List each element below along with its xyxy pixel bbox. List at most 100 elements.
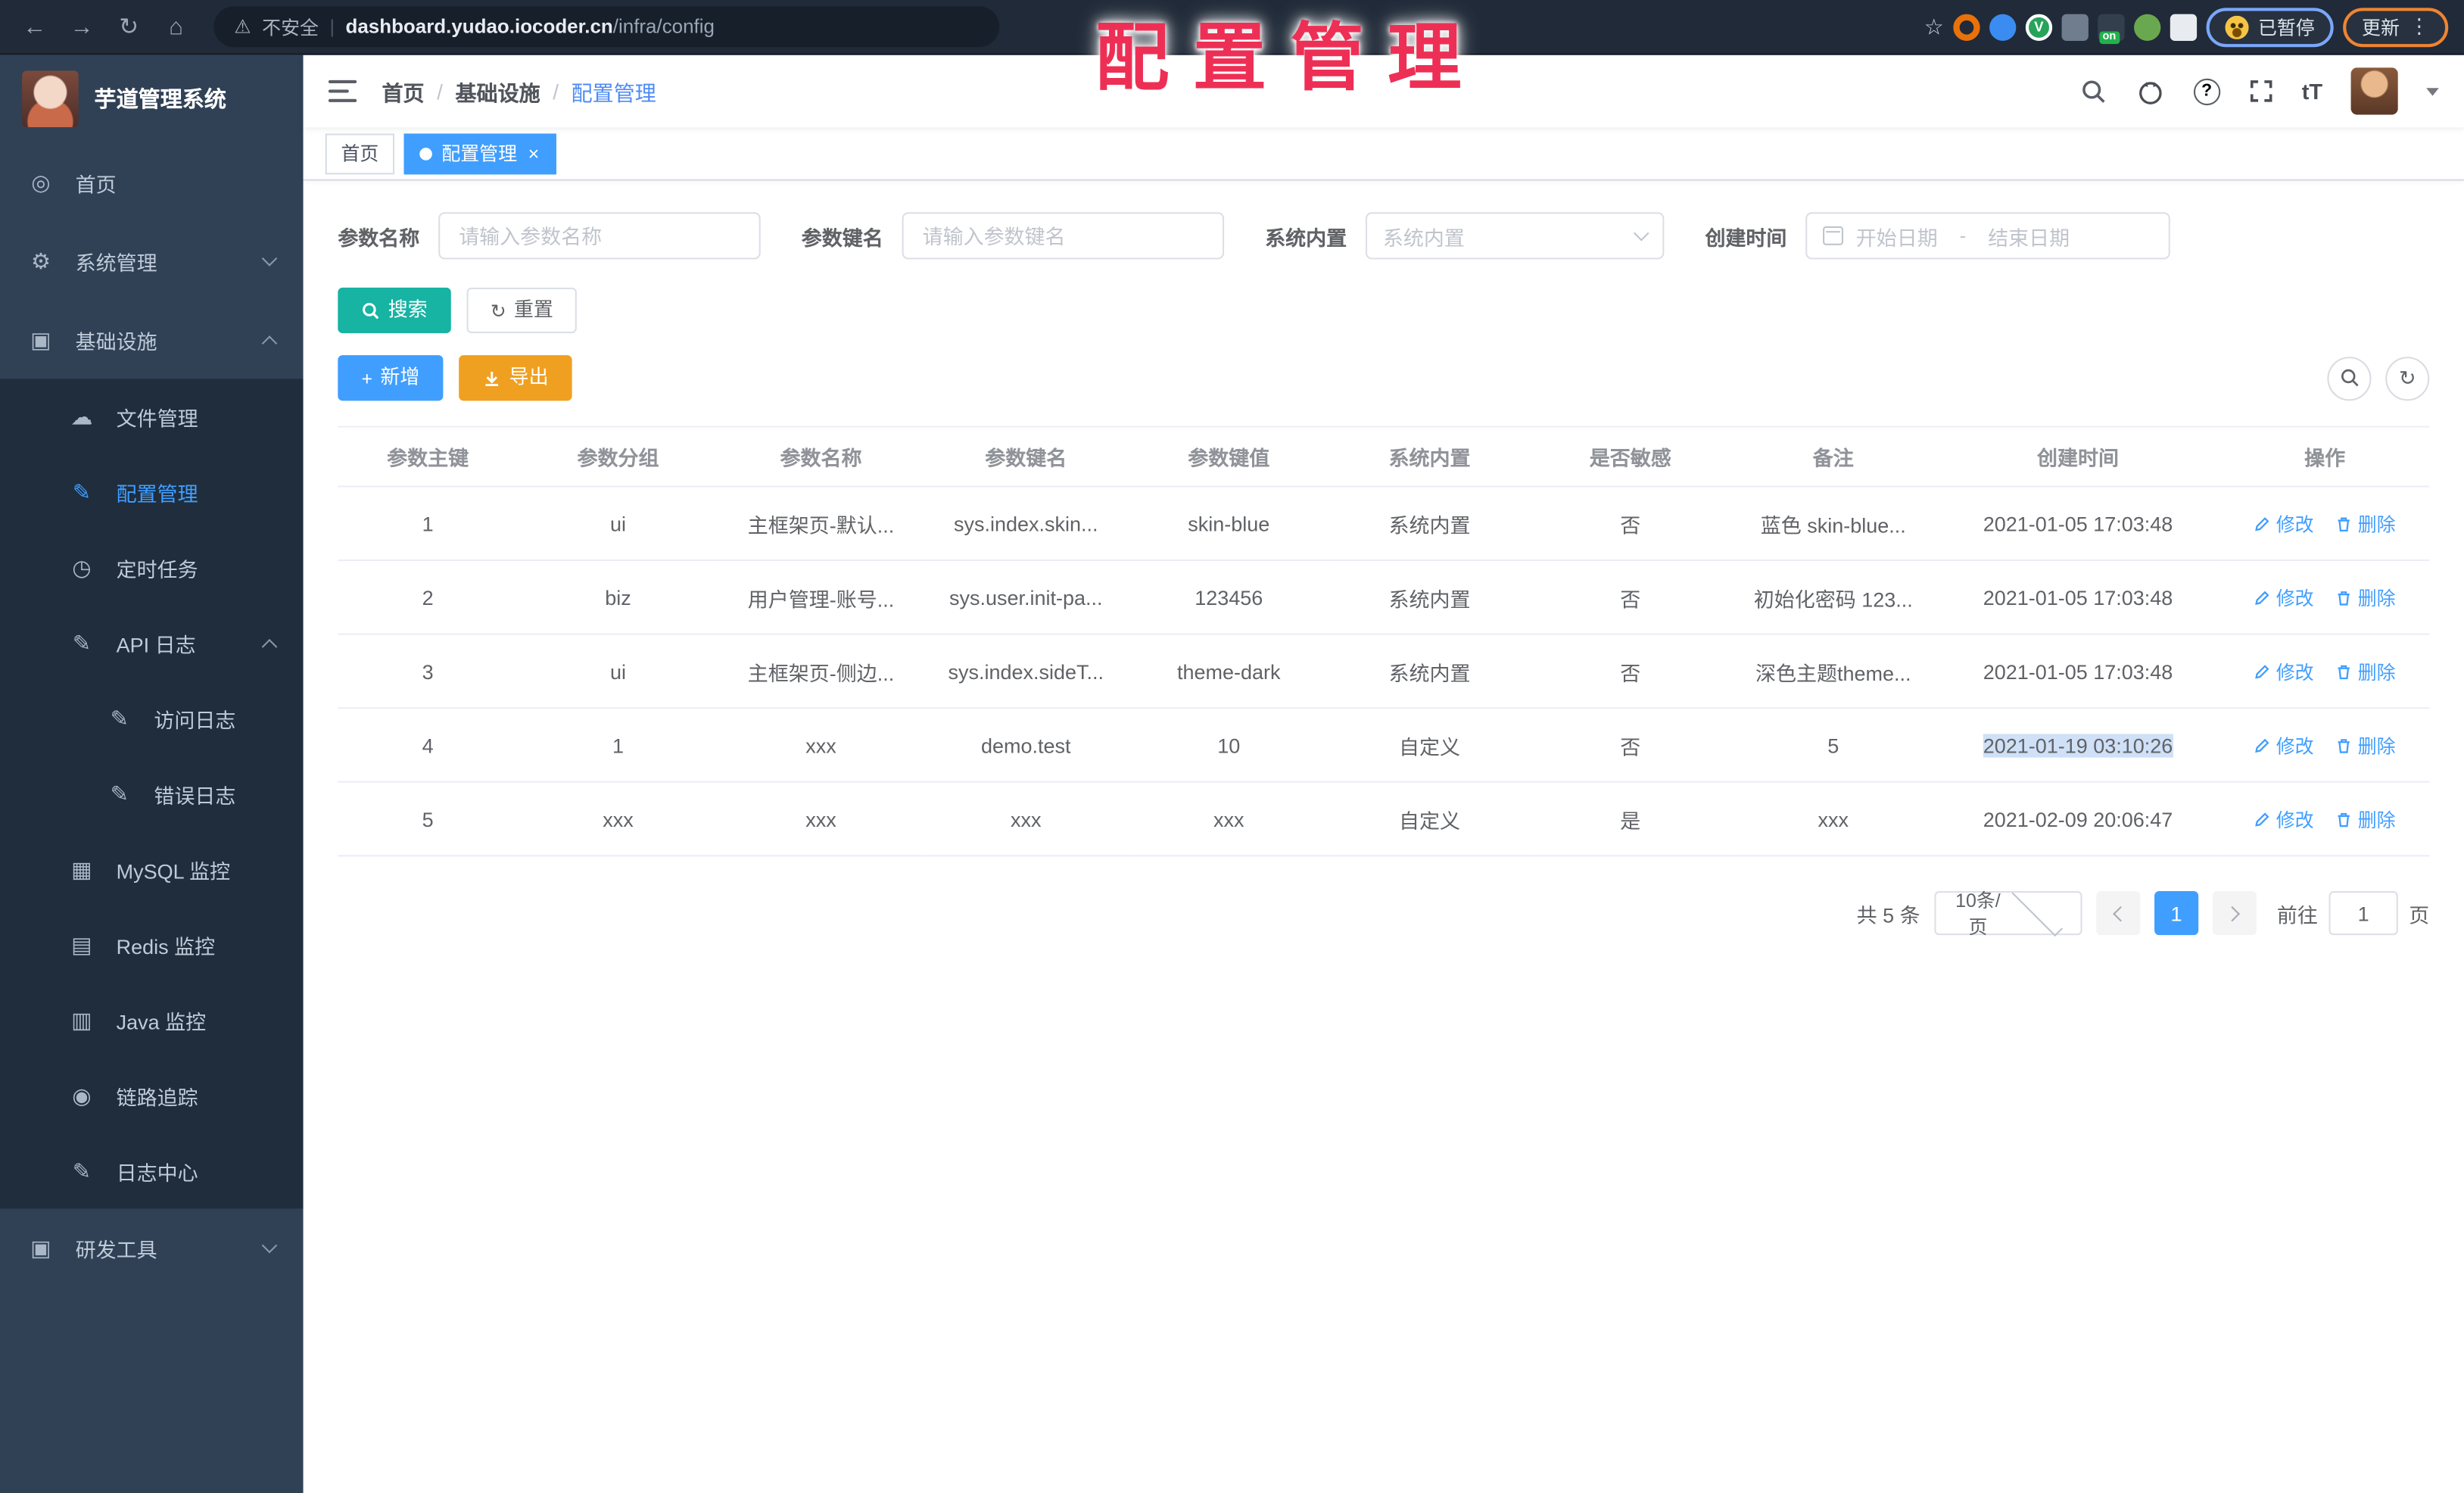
reset-button[interactable]: ↻ 重置: [466, 287, 578, 334]
extensions-puzzle-icon[interactable]: [2170, 13, 2198, 40]
delete-row-button[interactable]: 删除: [2336, 584, 2396, 610]
edit-row-button[interactable]: 修改: [2254, 731, 2314, 758]
breadcrumb-separator: /: [437, 79, 443, 103]
param-key-input[interactable]: [902, 212, 1225, 260]
url-separator: |: [329, 15, 335, 38]
cloud-upload-icon: ☁: [70, 403, 93, 429]
delete-row-button[interactable]: 删除: [2336, 806, 2396, 832]
sidebar-item-mysql-monitor[interactable]: ▦ MySQL 监控: [0, 831, 304, 907]
browser-reload-icon[interactable]: ↻: [110, 8, 148, 45]
access-log-icon: ✎: [110, 705, 129, 731]
avatar-caret-icon[interactable]: [2426, 87, 2439, 95]
current-page-button[interactable]: 1: [2154, 891, 2199, 936]
sidebar-item-scheduled-tasks[interactable]: ◷ 定时任务: [0, 530, 304, 606]
help-icon[interactable]: ?: [2193, 77, 2220, 105]
sidebar-item-file-management[interactable]: ☁ 文件管理: [0, 379, 304, 454]
sidebar-item-dev-tools[interactable]: ▣ 研发工具: [0, 1208, 304, 1287]
sidebar-item-infrastructure[interactable]: ▣ 基础设施: [0, 300, 304, 379]
main-area: 首页 / 基础设施 / 配置管理 ? tT 首页 配置管理 × 参数名称 请输入…: [303, 55, 2464, 1493]
extension-orange-ring-icon[interactable]: [1953, 13, 1980, 40]
builtin-label: 系统内置: [1265, 225, 1347, 250]
sidebar-item-error-logs[interactable]: ✎ 错误日志: [0, 756, 304, 832]
address-bar[interactable]: ⚠ 不安全 | dashboard.yudao.iocoder.cn/infra…: [213, 6, 1000, 48]
edit-row-button[interactable]: 修改: [2254, 806, 2314, 832]
date-start-placeholder: 开始日期: [1855, 225, 1938, 250]
col-param-id: 参数主键: [338, 425, 518, 488]
close-icon[interactable]: ×: [526, 142, 540, 164]
profile-paused-badge[interactable]: 已暂停: [2206, 7, 2334, 47]
extension-green-v-icon[interactable]: V: [2025, 13, 2053, 40]
sidebar-item-api-logs[interactable]: ✎ API 日志: [0, 605, 304, 681]
toolbox-icon: ▣: [30, 1234, 51, 1260]
builtin-select[interactable]: 系统内置: [1366, 212, 1665, 260]
date-end-placeholder: 结束日期: [1988, 225, 2070, 250]
browser-back-icon[interactable]: ←: [16, 8, 54, 45]
screen: ← → ↻ ⌂ ⚠ 不安全 | dashboard.yudao.iocoder.…: [0, 0, 2464, 1493]
table-body: 1 ui 主框架页-默认... sys.index.skin... skin-b…: [338, 486, 2430, 857]
col-operations: 操作: [2219, 425, 2430, 488]
prev-page-button[interactable]: [2096, 891, 2141, 936]
browser-menu-kebab-icon[interactable]: ⋮: [2409, 14, 2429, 39]
log-center-icon: ✎: [72, 1157, 92, 1183]
edit-row-button[interactable]: 修改: [2254, 510, 2314, 537]
browser-forward-icon[interactable]: →: [63, 8, 101, 45]
tag-config-management[interactable]: 配置管理 ×: [403, 132, 556, 174]
fullscreen-icon[interactable]: [2248, 79, 2273, 104]
url-path: /infra/config: [612, 15, 715, 38]
bookmark-star-icon[interactable]: ☆: [1924, 14, 1944, 40]
github-icon[interactable]: [2135, 76, 2165, 106]
edit-row-button[interactable]: 修改: [2254, 658, 2314, 684]
sidebar-item-java-monitor[interactable]: ▥ Java 监控: [0, 982, 304, 1058]
chrome-update-badge[interactable]: 更新 ⋮: [2343, 7, 2449, 47]
sidebar-item-redis-monitor[interactable]: ▤ Redis 监控: [0, 907, 304, 983]
extension-grid-icon[interactable]: [2061, 13, 2089, 40]
sidebar-item-system-management[interactable]: ⚙ 系统管理: [0, 222, 304, 301]
add-button[interactable]: + 新增: [338, 355, 444, 401]
avatar[interactable]: [2350, 67, 2398, 115]
col-create-time: 创建时间: [1936, 425, 2220, 488]
delete-row-button[interactable]: 删除: [2336, 510, 2396, 537]
sidebar-item-trace[interactable]: ◉ 链路追踪: [0, 1058, 304, 1133]
breadcrumb-home[interactable]: 首页: [382, 76, 424, 108]
extension-blue-pin-icon[interactable]: [1989, 13, 2017, 40]
page-size-select[interactable]: 10条/页: [1934, 885, 2082, 938]
param-name-input[interactable]: [438, 212, 761, 260]
table-row: 5 xxx xxx xxx xxx 自定义 是 xxx 2021-02-09 2…: [338, 781, 2430, 857]
sidebar-item-access-logs[interactable]: ✎ 访问日志: [0, 681, 304, 756]
delete-row-button[interactable]: 删除: [2336, 731, 2396, 758]
delete-row-button[interactable]: 删除: [2336, 658, 2396, 684]
goto-page-input[interactable]: [2328, 891, 2398, 936]
error-log-icon: ✎: [110, 780, 129, 806]
browser-home-icon[interactable]: ⌂: [157, 8, 195, 45]
next-page-button[interactable]: [2212, 891, 2257, 936]
edit-row-button[interactable]: 修改: [2254, 584, 2314, 610]
app-logo-row[interactable]: 芋道管理系统: [0, 55, 304, 143]
refresh-circle-button[interactable]: ↻: [2385, 356, 2430, 401]
tag-home[interactable]: 首页: [325, 132, 395, 174]
sidebar-item-home[interactable]: ◎ 首页: [0, 143, 304, 222]
sidebar-item-config-management[interactable]: ✎ 配置管理: [0, 454, 304, 530]
search-button[interactable]: 搜索: [338, 287, 451, 334]
export-button[interactable]: 导出: [459, 355, 572, 401]
total-count: 共 5 条: [1856, 902, 1920, 927]
app-logo-image: [22, 70, 79, 128]
search-icon[interactable]: [2080, 78, 2107, 104]
gear-icon: ⚙: [30, 247, 51, 273]
extension-switch-icon[interactable]: on: [2098, 13, 2125, 44]
calendar-icon: [1823, 226, 1844, 245]
col-param-value: 参数键值: [1128, 425, 1329, 488]
breadcrumb-current: 配置管理: [571, 81, 656, 106]
extension-green-leaf-icon[interactable]: [2133, 13, 2161, 40]
breadcrumb-infrastructure[interactable]: 基础设施: [456, 76, 540, 108]
date-range-picker[interactable]: 开始日期 - 结束日期: [1805, 212, 2170, 260]
col-param-name: 参数名称: [718, 425, 924, 488]
col-builtin: 系统内置: [1329, 425, 1531, 488]
timer-icon: ◷: [72, 553, 92, 579]
hide-search-circle-button[interactable]: [2327, 356, 2372, 401]
col-param-key: 参数键名: [923, 425, 1129, 488]
config-table: 参数主键 参数分组 参数名称 参数键名 参数键值 系统内置 是否敏感 备注 创建…: [338, 425, 2430, 857]
tags-view: 首页 配置管理 ×: [303, 127, 2464, 181]
sidebar-toggle-icon[interactable]: [328, 79, 357, 102]
font-size-icon[interactable]: tT: [2302, 79, 2322, 104]
sidebar-item-log-center[interactable]: ✎ 日志中心: [0, 1133, 304, 1209]
